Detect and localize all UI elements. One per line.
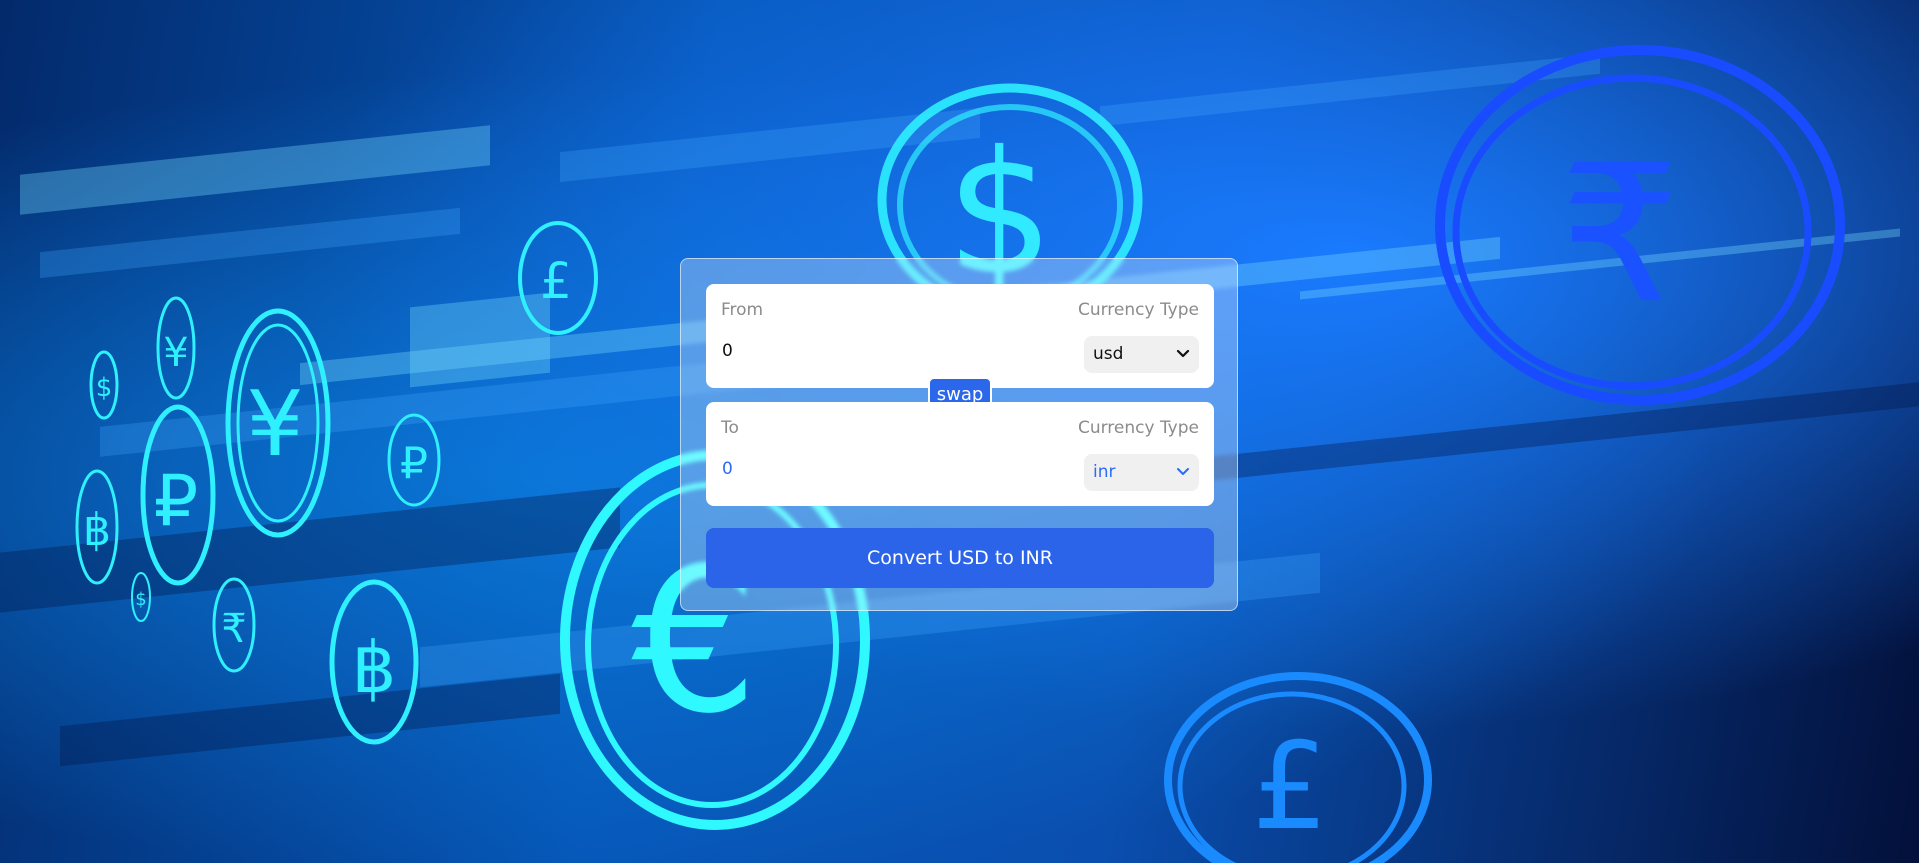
yen-coin-small-icon: ¥ [156,296,196,400]
dollar-coin-tiny-icon: $ [131,572,151,622]
pound-coin-icon: £ [1164,672,1432,863]
svg-text:£: £ [540,252,572,310]
from-panel: From Currency Type usd [706,284,1214,388]
svg-text:£: £ [0,0,1,1]
dollar-coin-small-icon: $ [89,350,119,420]
from-amount-input[interactable] [722,341,1022,361]
chevron-down-icon [1177,468,1189,475]
yen-coin-icon: ¥ [225,308,331,538]
chevron-down-icon [1176,349,1190,358]
from-currency-select[interactable]: usd [1084,336,1199,373]
svg-text:฿: ฿ [83,505,111,556]
baht-coin-icon: ฿ [329,579,419,745]
pound-coin-tiny-icon: £ [0,0,1,1]
ruble-coin-icon: ₽ [140,404,216,586]
svg-text:$: $ [96,373,113,403]
to-currency-value: inr [1093,462,1116,482]
baht-coin-small-icon: ฿ [75,469,119,585]
rupee-coin-small-icon: ₹ [212,577,256,673]
svg-text:¥: ¥ [163,330,188,376]
to-panel: To Currency Type inr [706,402,1214,506]
to-currency-type-label: Currency Type [1077,418,1199,438]
svg-text:฿: ฿ [352,627,397,709]
svg-text:£: £ [1252,718,1328,857]
svg-text:₽: ₽ [154,460,199,542]
convert-button[interactable]: Convert USD to INR [706,528,1214,588]
from-currency-type-label: Currency Type [1077,300,1199,320]
pound-coin-small-icon: £ [518,221,598,335]
to-currency-select[interactable]: inr [1084,454,1199,491]
from-currency-value: usd [1093,344,1124,364]
svg-text:¥: ¥ [246,372,303,477]
to-amount-input[interactable] [722,459,1022,479]
to-label: To [721,418,739,438]
converter-card: From Currency Type usd swap To Currency … [680,258,1238,611]
rupee-coin-icon: ₹ [1435,45,1845,405]
svg-text:$: $ [135,589,146,610]
svg-text:₹: ₹ [221,606,246,652]
svg-text:₹: ₹ [1560,124,1681,345]
ruble-coin-small-icon: ₽ [387,413,441,507]
from-label: From [721,300,764,320]
svg-text:₽: ₽ [400,438,428,489]
